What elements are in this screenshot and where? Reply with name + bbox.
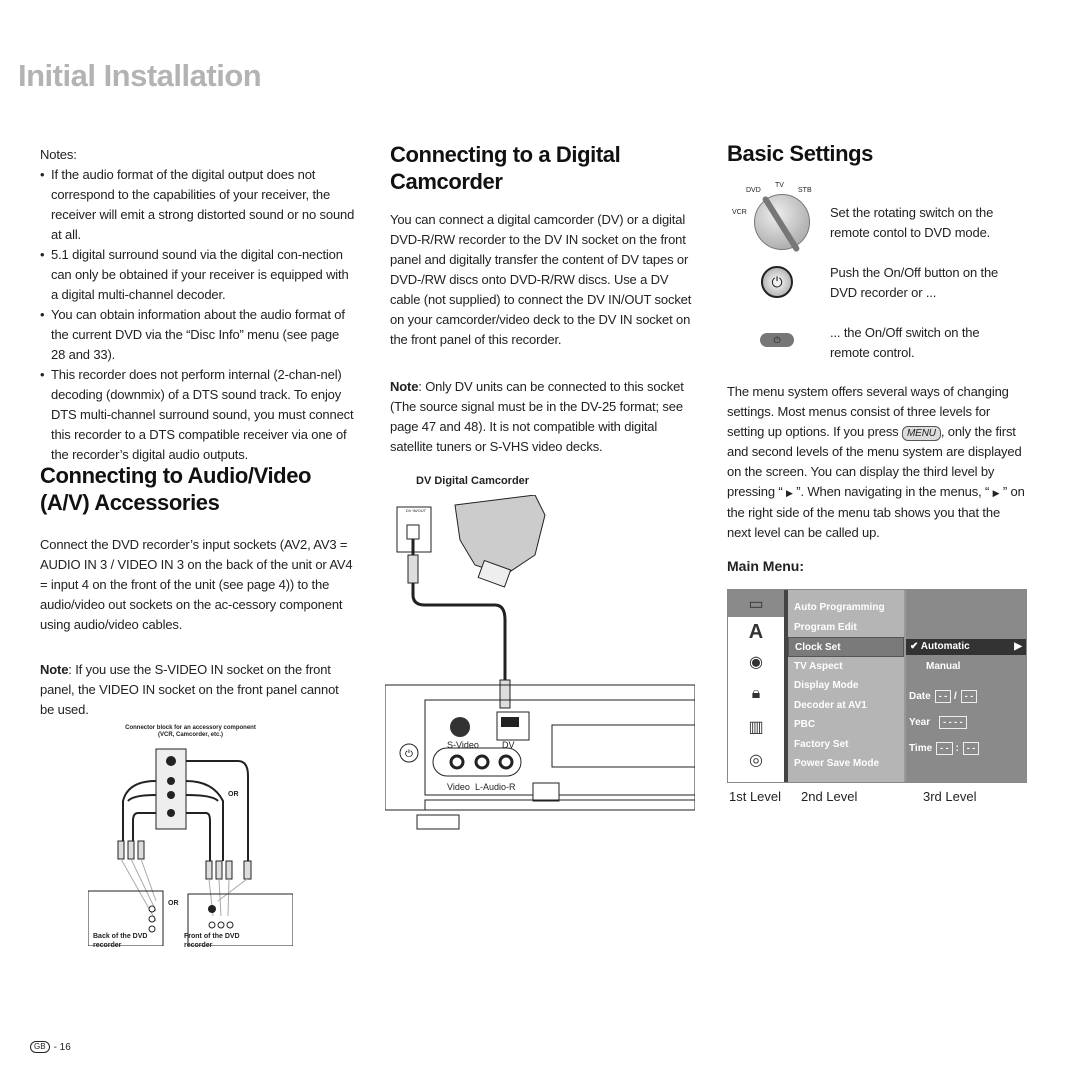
option-automatic[interactable]: ✔ Automatic ▶	[906, 639, 1026, 655]
menu-item[interactable]: Display Mode	[788, 676, 904, 696]
av-paragraph: Connect the DVD recorder’s input sockets…	[40, 537, 353, 632]
menu-item[interactable]: Decoder at AV1	[788, 696, 904, 716]
option-manual[interactable]: Manual	[926, 661, 960, 672]
note-item: 5.1 digital surround sound via the digit…	[40, 245, 356, 305]
dv-label: DV	[502, 740, 515, 750]
remote-power-switch-icon: ⏻	[760, 333, 794, 347]
or-label: OR	[228, 791, 239, 798]
page-number: - 16	[53, 1041, 71, 1053]
back-label: Back of the DVD recorder	[93, 933, 148, 949]
audio-label: L-Audio-R	[475, 782, 516, 792]
dv-inout-label: DV IN/OUT	[405, 508, 427, 513]
disc-icon: ◎	[749, 752, 763, 769]
level1-column: ▭ A ◉ 🔒︎ ▥ ◎	[728, 590, 788, 782]
menu-item[interactable]: Auto Programming	[788, 598, 904, 618]
page-title: Initial Installation	[18, 58, 262, 93]
dv-drawing: ⏻	[384, 494, 696, 830]
level-label: 1st Level	[729, 789, 782, 804]
video-label: Video	[447, 782, 470, 792]
notes-section: Notes: If the audio format of the digita…	[40, 145, 356, 465]
front-label: Front of the DVD recorder	[184, 933, 240, 949]
av-heading: Connecting to Audio/Video (A/V) Accessor…	[40, 463, 312, 515]
page-footer: GB - 16	[30, 1041, 71, 1053]
power-button-icon: ⏻	[761, 266, 793, 298]
main-menu-label: Main Menu:	[727, 558, 804, 574]
dv-connection-diagram: ⏻ DV IN/OUT S-Video DV Video L-Audio-R	[384, 494, 696, 835]
note-item: This recorder does not perform internal …	[40, 365, 356, 465]
level-label: 2nd Level	[801, 789, 858, 804]
menu-item-selected[interactable]: Clock Set	[788, 637, 904, 657]
connection-drawing	[88, 748, 293, 946]
basic-settings-heading: Basic Settings	[727, 141, 874, 166]
level2-column: Auto Programming Program Edit Clock Set …	[788, 590, 906, 782]
dv-diagram-title: DV Digital Camcorder	[416, 475, 530, 487]
arrow-right-icon: ▶	[1014, 641, 1022, 652]
menu-system-paragraph: The menu system offers several ways of c…	[727, 384, 1025, 540]
step-remote-text: ... the On/Off switch on the remote cont…	[830, 325, 980, 360]
menu-item[interactable]: TV Aspect	[788, 657, 904, 677]
av-note: Note: If you use the S-VIDEO IN socket o…	[40, 662, 339, 717]
or-label: OR	[168, 900, 179, 907]
lock-icon: 🔒︎	[751, 685, 761, 702]
note-item: If the audio format of the digital outpu…	[40, 165, 356, 245]
date-row: Date - - / - -	[909, 690, 978, 703]
level-label: 3rd Level	[923, 789, 977, 804]
svg-text:⏻: ⏻	[405, 749, 413, 760]
av-connection-diagram: Connector block for an accessory compone…	[88, 725, 293, 950]
audio-icon: ◉	[749, 654, 763, 671]
note-item: You can obtain information about the aud…	[40, 305, 356, 365]
language-icon: A	[748, 620, 764, 643]
rotating-switch-icon: DVD TV STB VCR	[728, 182, 823, 262]
svideo-label: S-Video	[447, 740, 479, 750]
notes-label: Notes	[40, 147, 74, 162]
step-power-text: Push the On/Off button on the DVD record…	[830, 265, 999, 300]
country-badge: GB	[30, 1041, 50, 1053]
menu-key-icon: MENU	[902, 426, 941, 441]
film-icon: ▥	[748, 719, 764, 736]
menu-item[interactable]: Factory Set	[788, 735, 904, 755]
year-row: Year - - - -	[909, 716, 967, 729]
dv-heading: Connecting to a Digital Camcorder	[390, 142, 621, 194]
tv-icon: ▭	[728, 590, 784, 617]
dv-note: Note: Only DV units can be connected to …	[390, 379, 684, 454]
dv-paragraph: You can connect a digital camcorder (DV)…	[390, 212, 692, 347]
step-switch-text: Set the rotating switch on the remote co…	[830, 205, 994, 240]
time-row: Time - - :- -	[909, 742, 980, 755]
level3-column: ✔ Automatic ▶ Manual Date - - / - - Year - -…	[906, 590, 1026, 782]
menu-item[interactable]: Power Save Mode	[788, 754, 904, 774]
menu-item[interactable]: PBC	[788, 715, 904, 735]
main-menu-screen: ▭ A ◉ 🔒︎ ▥ ◎ Auto Programming Program Ed…	[727, 589, 1027, 783]
menu-item[interactable]: Program Edit	[788, 618, 904, 638]
arrow-right-icon: ▶	[786, 488, 793, 498]
